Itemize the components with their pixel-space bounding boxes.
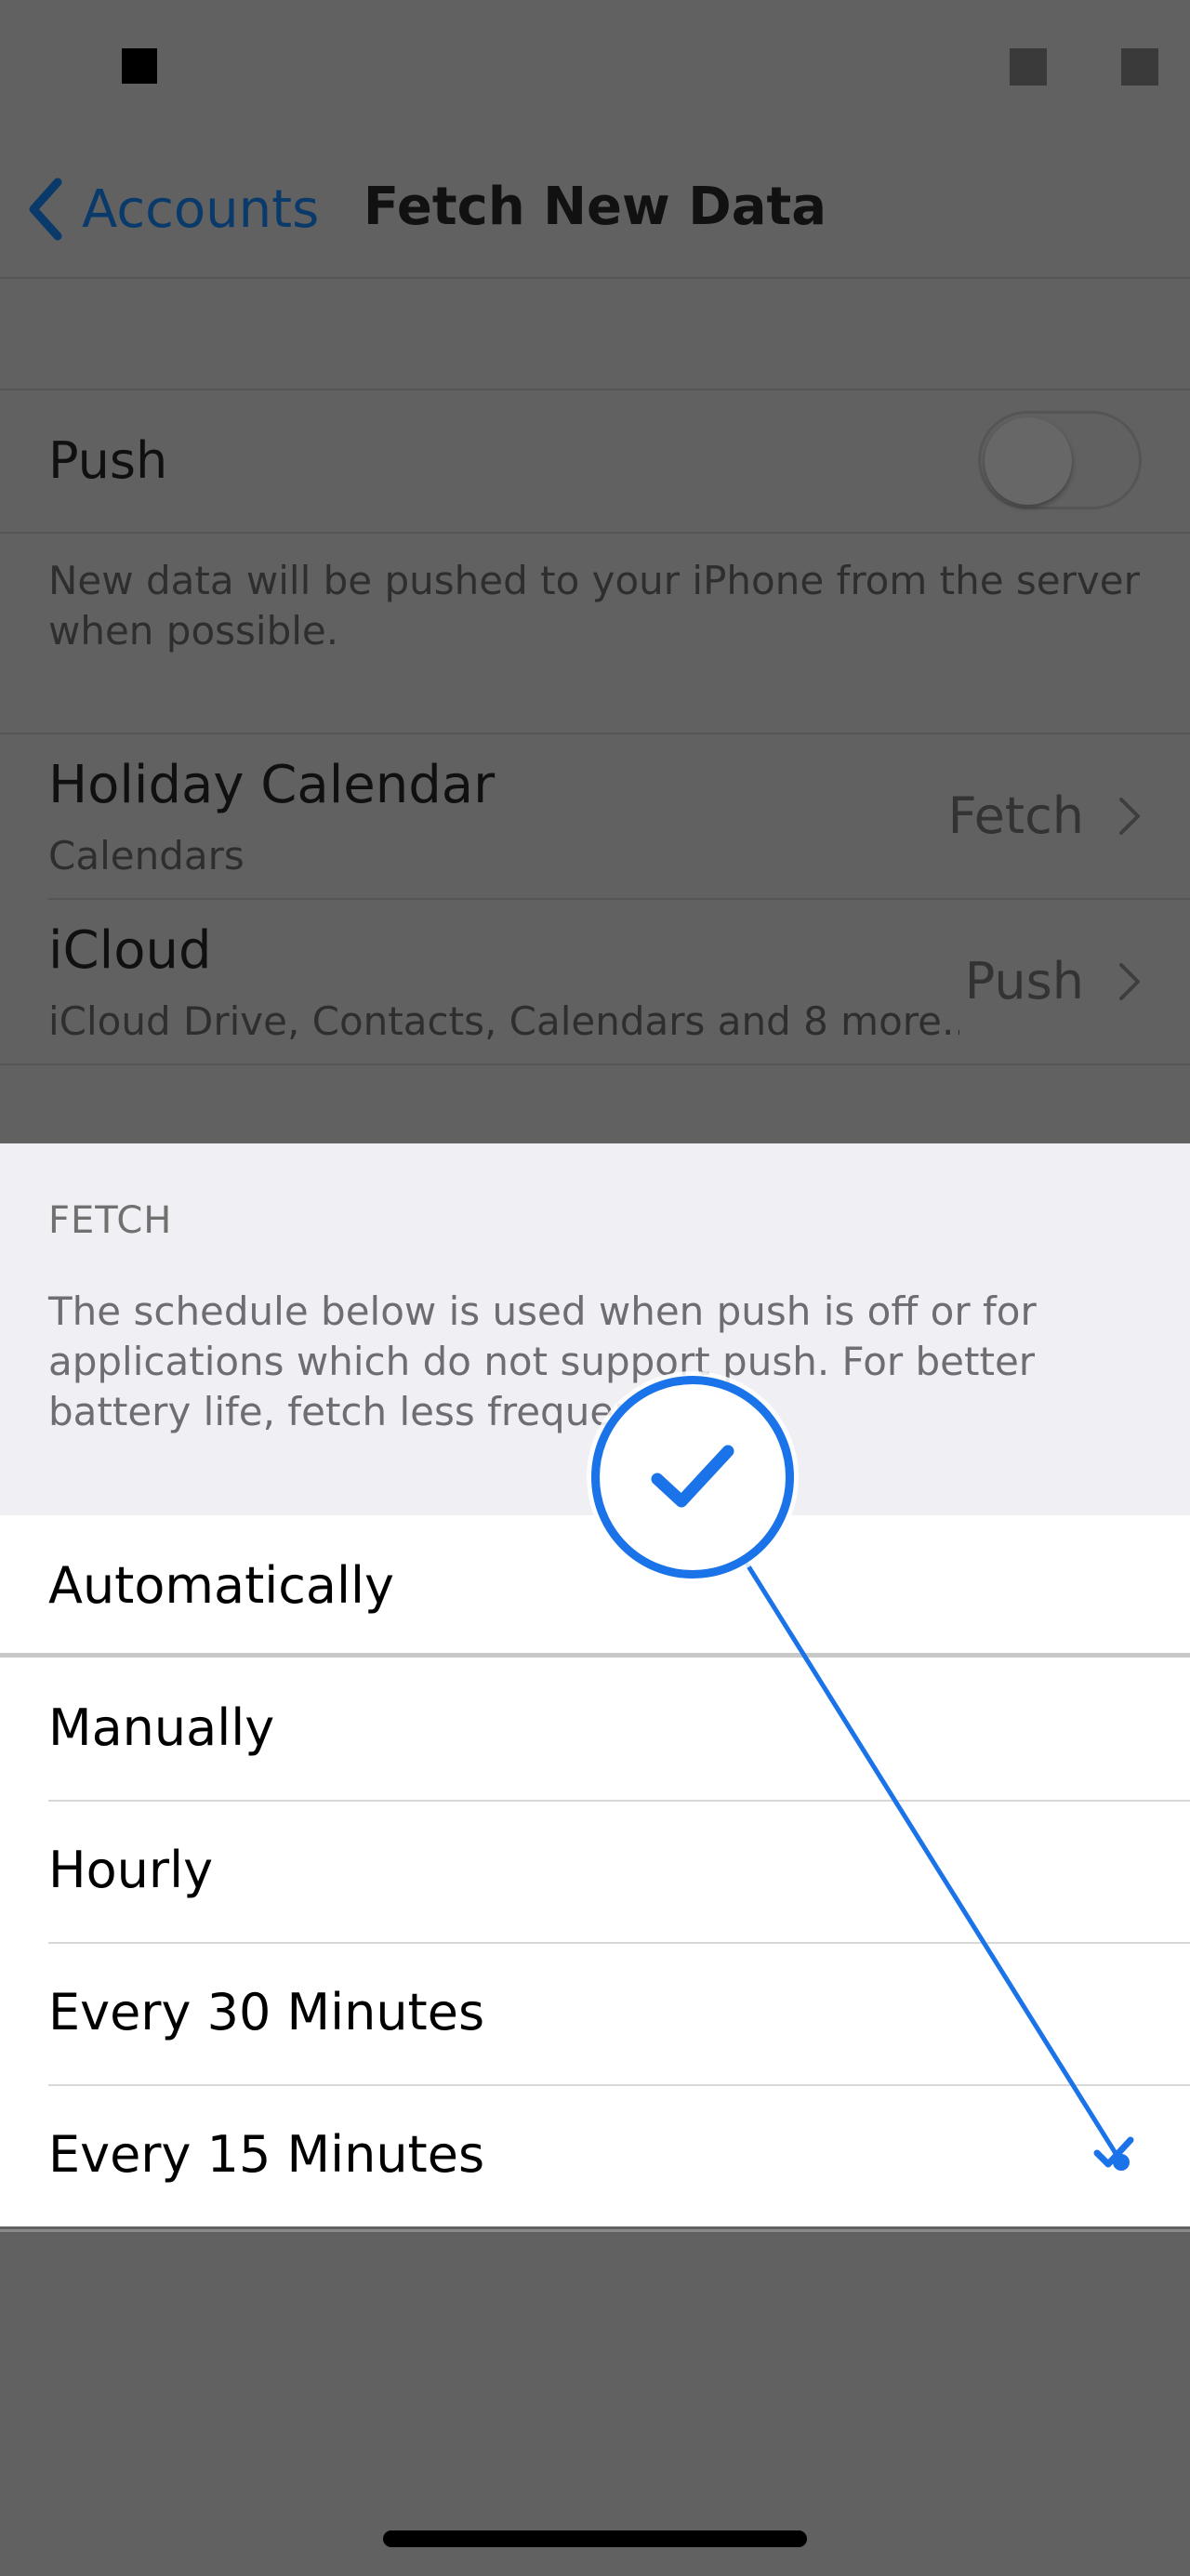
option-label: Manually: [48, 1698, 275, 1757]
option-automatically[interactable]: Automatically: [0, 1515, 1190, 1658]
account-mode: Fetch: [947, 786, 1084, 845]
page-title: Fetch New Data: [363, 177, 827, 237]
push-toggle[interactable]: [978, 411, 1142, 509]
list-bottom-border: [0, 2229, 1190, 2232]
status-bar: [0, 0, 1190, 139]
push-description: New data will be pushed to your iPhone f…: [48, 558, 1140, 654]
navigation-bar: Accounts Fetch New Data: [0, 139, 1190, 279]
option-manually[interactable]: Manually: [0, 1658, 1190, 1802]
fetch-options-list: Automatically Manually Hourly Every 30 M…: [0, 1515, 1190, 2226]
checkmark-icon: [1093, 2136, 1134, 2168]
account-services: Calendars: [48, 833, 245, 878]
push-label: Push: [48, 431, 168, 490]
status-right-indicator-1: [1010, 48, 1047, 86]
section-label: FETCH: [48, 1199, 173, 1242]
divider: [0, 532, 1190, 534]
account-row-icloud[interactable]: iCloud iCloud Drive, Contacts, Calendars…: [0, 900, 1190, 1063]
fetch-description: The schedule below is used when push is …: [48, 1288, 1037, 1434]
home-indicator[interactable]: [383, 2530, 807, 2547]
option-hourly[interactable]: Hourly: [0, 1800, 1190, 1944]
option-label: Automatically: [48, 1556, 394, 1615]
divider: [0, 1063, 1190, 1065]
account-row-holiday-calendar[interactable]: Holiday Calendar Calendars Fetch: [0, 734, 1190, 898]
chevron-right-icon: [1119, 798, 1140, 835]
status-right-indicator-2: [1121, 48, 1158, 86]
account-name: Holiday Calendar: [48, 755, 496, 815]
option-every-30-minutes[interactable]: Every 30 Minutes: [0, 1942, 1190, 2086]
status-left-indicator: [122, 48, 157, 84]
option-label: Hourly: [48, 1841, 214, 1899]
chevron-right-icon: [1119, 963, 1140, 1000]
toggle-knob: [985, 417, 1072, 505]
account-name: iCloud: [48, 920, 212, 981]
option-label: Every 30 Minutes: [48, 1983, 485, 2041]
account-services: iCloud Drive, Contacts, Calendars and 8 …: [48, 998, 959, 1044]
option-label: Every 15 Minutes: [48, 2125, 485, 2184]
option-every-15-minutes[interactable]: Every 15 Minutes: [0, 2084, 1190, 2226]
callout-magnifier: [591, 1376, 794, 1579]
account-mode: Push: [964, 952, 1084, 1011]
checkmark-icon: [651, 1445, 734, 1508]
